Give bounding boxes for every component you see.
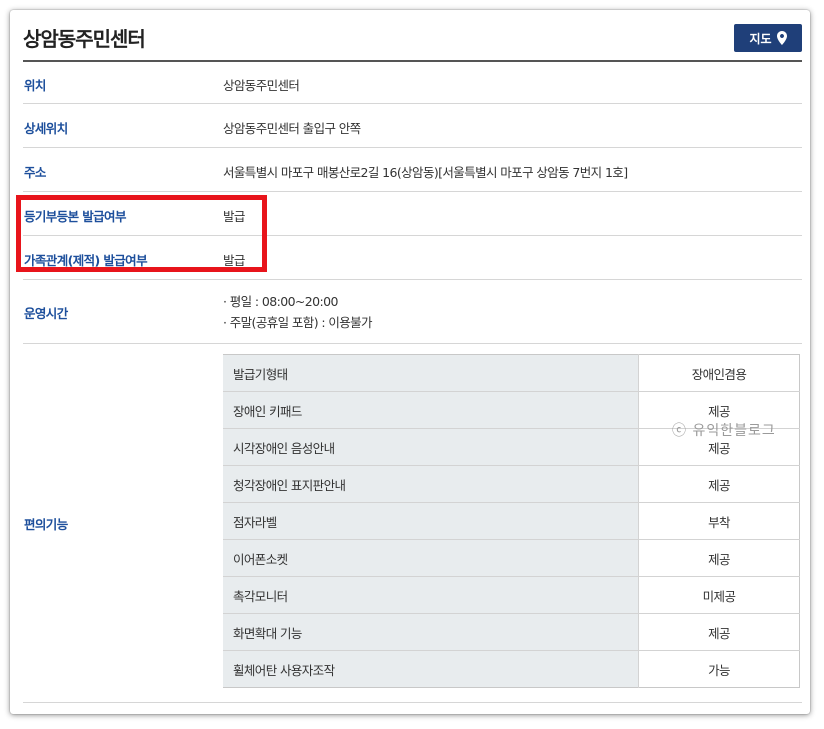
table-row: 이어폰소켓 제공 [223,539,800,577]
facility-value: 미제공 [638,576,800,614]
hours-weekend: · 주말(공휴일 포함) : 이용불가 [223,315,373,330]
highlight-box [16,195,267,272]
detail-location-value: 상암동주민센터 출입구 안쪽 [223,121,361,136]
facility-name: 장애인 키패드 [223,391,639,429]
facility-value: 장애인겸용 [638,354,800,392]
table-row: 휠체어탄 사용자조작 가능 [223,650,800,688]
facility-name: 휠체어탄 사용자조작 [223,650,639,688]
row-address: 주소 서울특별시 마포구 매봉산로2길 16(상암동)[서울특별시 마포구 상암… [23,148,802,192]
facility-value: 제공 [638,465,800,503]
row-detail-location: 상세위치 상암동주민센터 출입구 안쪽 [23,104,802,148]
detail-location-label: 상세위치 [24,121,68,136]
facility-value: 가능 [708,662,730,678]
map-button[interactable]: 지도 [734,24,802,52]
address-label: 주소 [24,165,46,180]
facility-name: 발급기형태 [223,354,639,392]
table-row: 점자라벨 부착 [223,502,800,540]
table-row: 발급기형태 장애인겸용 [223,354,800,392]
hours-value: · 평일 : 08:00~20:00 · 주말(공휴일 포함) : 이용불가 [223,291,373,333]
address-value: 서울특별시 마포구 매봉산로2길 16(상암동)[서울특별시 마포구 상암동 7… [223,165,628,180]
location-value: 상암동주민센터 [223,78,300,93]
facility-name: 촉각모니터 [223,576,639,614]
table-row: 화면확대 기능 제공 [223,613,800,651]
panel-header: 상암동주민센터 지도 [23,24,802,62]
info-panel: 상암동주민센터 지도 위치 상암동주민센터 상세위치 상암동주민센터 출입구 안… [10,10,810,714]
watermark: ⓒ 유익한블로그 [672,423,776,439]
facility-name: 이어폰소켓 [223,539,639,577]
facility-name: 점자라벨 [223,502,639,540]
map-button-label: 지도 [749,31,772,46]
table-row: 촉각모니터 미제공 [223,576,800,614]
facility-value: 제공 [638,539,800,577]
facility-name: 청각장애인 표지판안내 [223,465,639,503]
facilities-label: 편의기능 [24,517,68,532]
location-label: 위치 [24,78,46,93]
facility-value: 제공 [638,613,800,651]
hours-weekday: · 평일 : 08:00~20:00 [223,294,338,309]
table-row: 청각장애인 표지판안내 제공 [223,465,800,503]
facility-value: 부착 [638,502,800,540]
facility-name: 화면확대 기능 [223,613,639,651]
hours-label: 운영시간 [24,306,68,321]
row-location: 위치 상암동주민센터 [23,62,802,104]
location-pin-icon [776,31,787,45]
facilities-table: 발급기형태 장애인겸용 장애인 키패드 제공 시각장애인 음성안내 제공 청각장… [223,354,800,688]
page-title: 상암동주민센터 [23,27,146,51]
facility-name: 시각장애인 음성안내 [223,428,639,466]
row-hours: 운영시간 · 평일 : 08:00~20:00 · 주말(공휴일 포함) : 이… [23,280,802,344]
